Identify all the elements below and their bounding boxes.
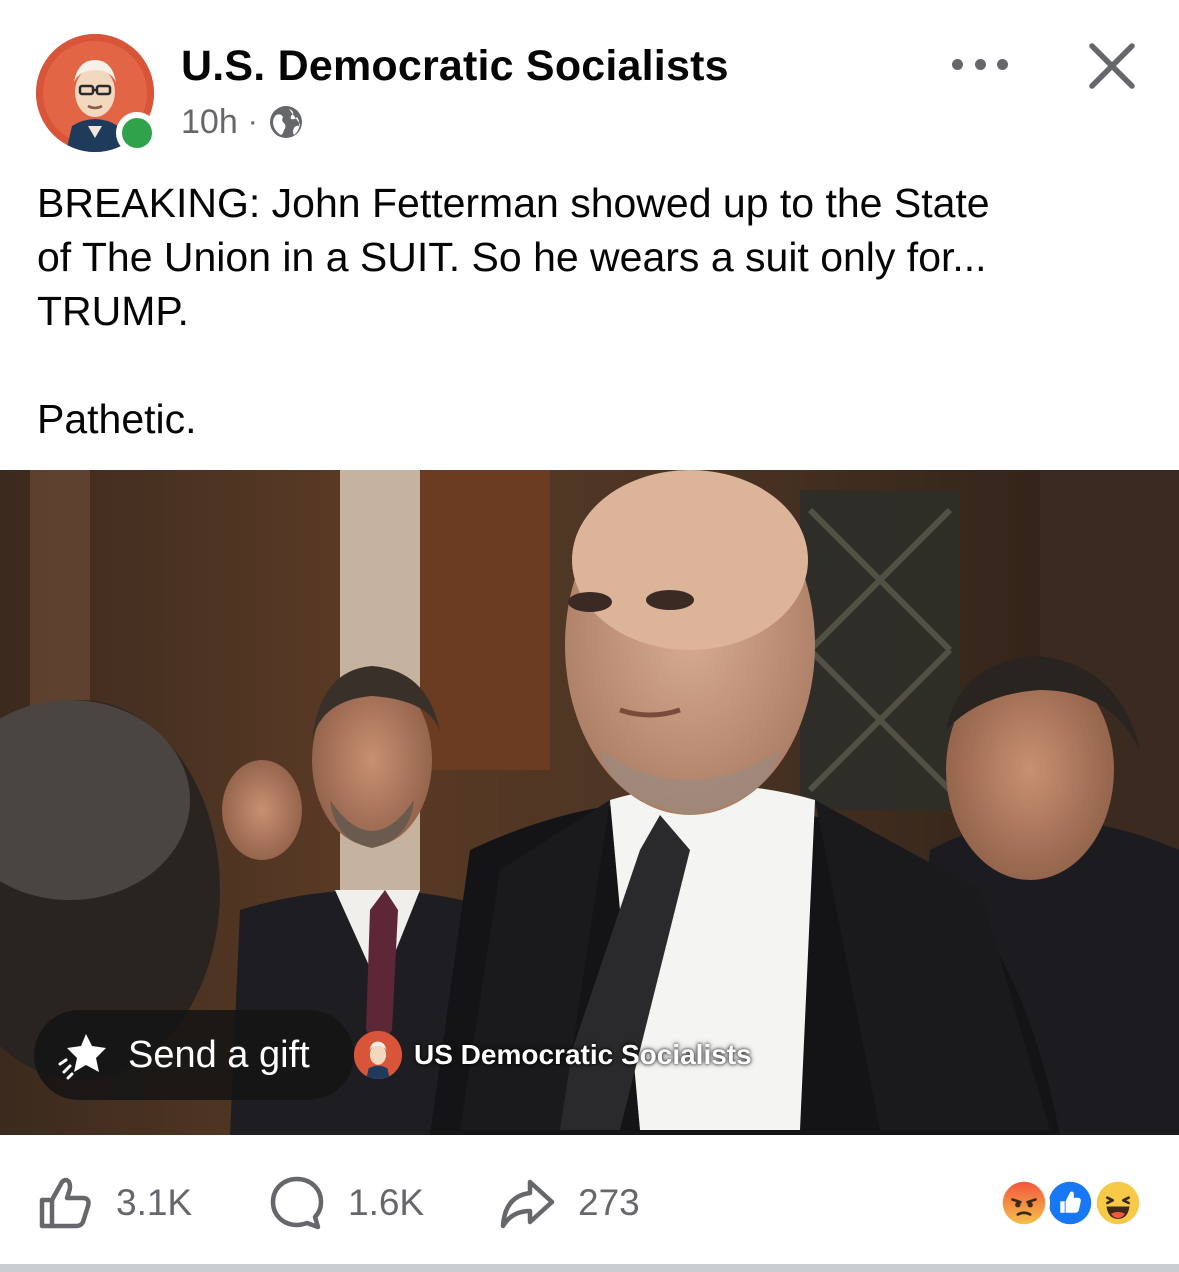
share-icon: [500, 1179, 555, 1229]
post-text: BREAKING: John Fetterman showed up to th…: [37, 176, 1147, 446]
video-watermark: US Democratic Socialists: [354, 1027, 752, 1083]
comment-icon: [270, 1176, 324, 1230]
like-count: 3.1K: [116, 1182, 193, 1223]
page-name[interactable]: U.S. Democratic Socialists: [181, 42, 729, 91]
post-header: U.S. Democratic Socialists 10h ·: [0, 0, 1179, 170]
like-icon: [1044, 1177, 1096, 1229]
watermark-avatar: [354, 1031, 402, 1079]
reaction-summary[interactable]: [998, 1177, 1148, 1233]
globe-icon: [269, 106, 302, 138]
thumbs-up-icon: [39, 1177, 91, 1229]
share-button[interactable]: 273: [498, 1175, 640, 1231]
watermark-text: US Democratic Socialists: [414, 1039, 752, 1070]
post-time[interactable]: 10h: [181, 103, 238, 142]
online-status-dot: [116, 112, 158, 154]
like-button[interactable]: 3.1K: [36, 1175, 192, 1231]
meta-separator: ·: [247, 105, 258, 138]
post-text-line: BREAKING: John Fetterman showed up to th…: [37, 180, 990, 226]
sparkle-gift-icon: [58, 1034, 106, 1080]
angry-icon: [998, 1177, 1050, 1229]
haha-icon: [1092, 1177, 1144, 1229]
comment-button[interactable]: 1.6K: [268, 1175, 424, 1231]
send-gift-label: Send a gift: [128, 1033, 310, 1076]
more-options-icon[interactable]: [952, 44, 1008, 84]
comment-count: 1.6K: [348, 1182, 425, 1223]
share-count: 273: [578, 1182, 640, 1223]
post-meta: 10h ·: [181, 100, 304, 144]
post-text-last: Pathetic.: [37, 396, 197, 442]
post-text-line: of The Union in a SUIT. So he wears a su…: [37, 234, 987, 280]
send-gift-button[interactable]: Send a gift: [34, 1010, 354, 1100]
divider: [0, 1264, 1179, 1272]
close-icon[interactable]: [1084, 38, 1140, 94]
post-text-line: TRUMP.: [37, 288, 189, 334]
post-video[interactable]: Send a gift US Democratic Socialists: [0, 470, 1179, 1135]
